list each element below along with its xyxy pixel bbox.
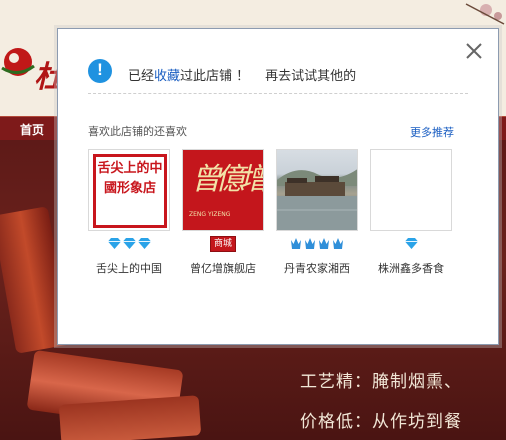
- diamond-badge: [368, 236, 454, 254]
- diamond-badge: [86, 236, 172, 254]
- village-photo-icon: [277, 169, 357, 230]
- close-icon[interactable]: [464, 41, 484, 61]
- crown-badge: [274, 236, 360, 254]
- shop-card[interactable]: 舌尖上的中國形象店 舌尖上的中国: [86, 149, 172, 276]
- more-recommendations-link[interactable]: 更多推荐: [410, 124, 454, 140]
- favorite-link[interactable]: 收藏: [154, 69, 180, 84]
- promo-line-2: 价格低：从作坊到餐: [300, 412, 462, 432]
- mall-tag: 商城: [209, 236, 236, 252]
- section-title: 喜欢此店铺的还喜欢: [88, 125, 187, 138]
- shop-thumbnail[interactable]: 舌尖上的中國形象店: [88, 149, 170, 231]
- info-icon: !: [88, 59, 112, 83]
- nav-home-link[interactable]: 首页: [20, 121, 44, 138]
- favorite-message: 已经收藏过此店铺 ！再去试试其他的: [128, 69, 357, 84]
- diamond-icon: [107, 237, 121, 249]
- shop-thumbnail[interactable]: [370, 149, 452, 231]
- crown-icon: [333, 237, 343, 249]
- divider: [88, 93, 468, 94]
- shop-thumbnail[interactable]: [276, 149, 358, 231]
- try-others-text: 再去试试其他的: [265, 69, 357, 84]
- shop-card[interactable]: 丹青农家湘西: [274, 149, 360, 276]
- shop-name[interactable]: 舌尖上的中国: [86, 260, 172, 276]
- promo-line-1: 工艺精：腌制烟熏、: [300, 372, 462, 392]
- shop-card[interactable]: 曾億增 ZENG YIZENG 商城 曾亿增旗舰店: [180, 149, 266, 276]
- crown-icon: [305, 237, 315, 249]
- shop-thumbnail[interactable]: 曾億增 ZENG YIZENG: [182, 149, 264, 231]
- favorite-dialog: ! 已经收藏过此店铺 ！再去试试其他的 喜欢此店铺的还喜欢 更多推荐 舌尖上的中…: [57, 28, 499, 345]
- shop-name[interactable]: 株洲鑫多香食: [368, 260, 454, 276]
- shop-name[interactable]: 曾亿增旗舰店: [180, 260, 266, 276]
- shop-card[interactable]: 株洲鑫多香食: [368, 149, 454, 276]
- mall-badge: 商城: [180, 236, 266, 254]
- diamond-icon: [404, 237, 418, 249]
- crown-icon: [319, 237, 329, 249]
- crown-icon: [291, 237, 301, 249]
- diamond-icon: [122, 237, 136, 249]
- diamond-icon: [137, 237, 151, 249]
- flower-decoration-icon: [465, 3, 505, 25]
- shop-name[interactable]: 丹青农家湘西: [274, 260, 360, 276]
